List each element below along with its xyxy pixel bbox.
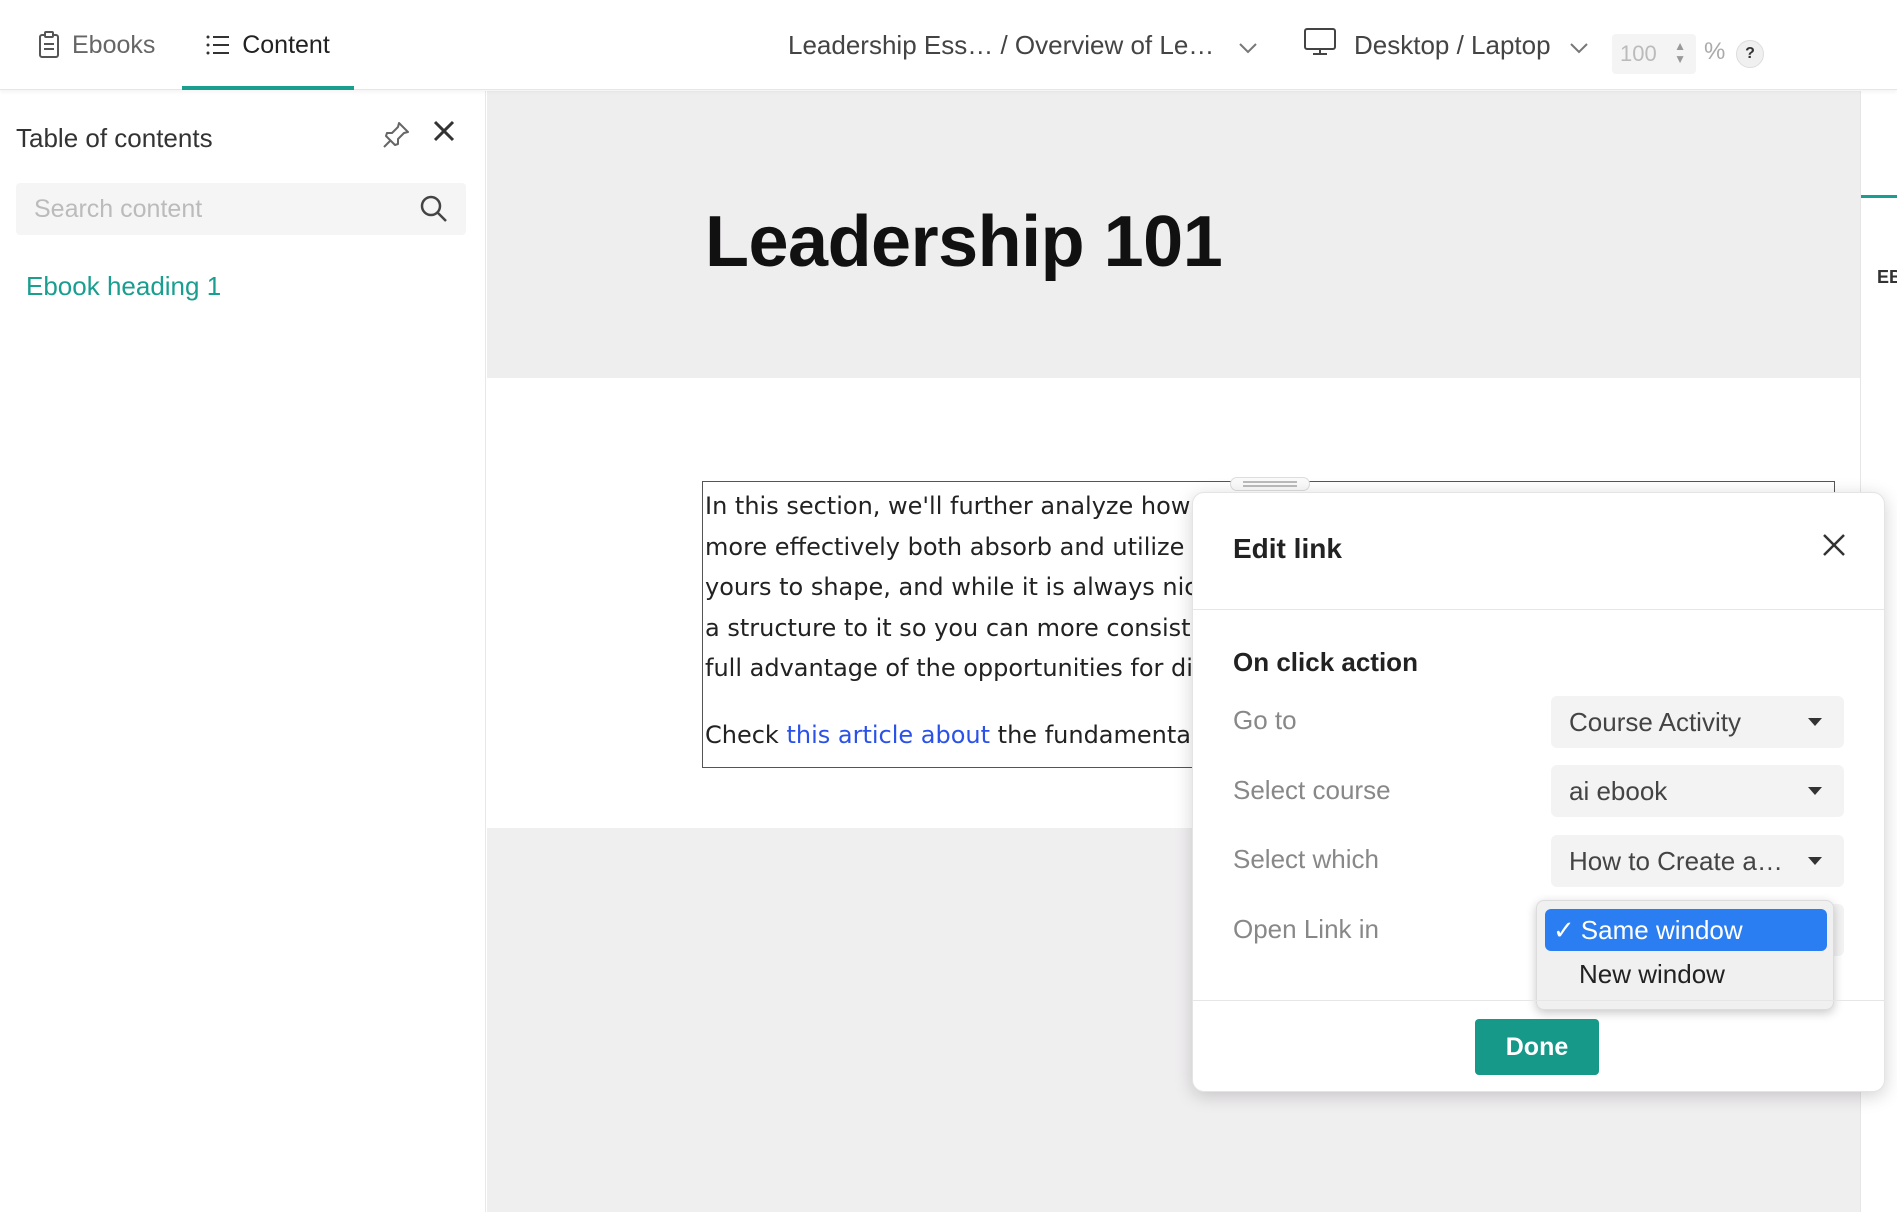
search-input[interactable] xyxy=(16,183,466,235)
close-icon[interactable] xyxy=(432,119,456,148)
device-selector[interactable]: Desktop / Laptop xyxy=(1304,0,1589,90)
go-to-label: Go to xyxy=(1233,705,1297,735)
checkmark-icon: ✓ xyxy=(1553,914,1575,945)
toc-title: Table of contents xyxy=(16,123,213,153)
select-course-label: Select course xyxy=(1233,775,1391,805)
link-line-prefix: Check xyxy=(705,720,787,749)
chevron-down-icon xyxy=(1238,30,1258,61)
select-course-value: ai ebook xyxy=(1569,775,1668,806)
open-link-dropdown-menu: ✓ Same window New window xyxy=(1536,900,1834,1010)
page-title[interactable]: Leadership 101 xyxy=(705,201,1223,283)
link-line-suffix: the fundamentals xyxy=(990,720,1211,749)
caret-down-icon xyxy=(1808,718,1822,726)
breadcrumb-text: Leadership Ess… / Overview of Le… xyxy=(788,29,1215,60)
modal-title: Edit link xyxy=(1233,533,1342,564)
edit-link-modal: Edit link On click action Go to Course A… xyxy=(1192,492,1885,1092)
title-section: Leadership 101 xyxy=(487,91,1860,378)
tab-content[interactable]: Content xyxy=(182,0,354,90)
clipboard-icon xyxy=(38,31,60,59)
done-button[interactable]: Done xyxy=(1475,1019,1599,1075)
help-icon[interactable]: ? xyxy=(1736,40,1764,68)
zoom-input[interactable]: 100 ▲ ▼ xyxy=(1612,34,1696,74)
inline-link[interactable]: this article about xyxy=(786,721,990,749)
top-bar: Ebooks Content Leadership Ess… / Overvie… xyxy=(0,0,1897,90)
tab-ebooks-label: Ebooks xyxy=(72,30,156,59)
divider xyxy=(1193,1000,1884,1001)
caret-down-icon xyxy=(1808,857,1822,865)
device-label: Desktop / Laptop xyxy=(1354,29,1551,60)
breadcrumb-dropdown[interactable]: Leadership Ess… / Overview of Le… xyxy=(788,0,1258,90)
select-which-label: Select which xyxy=(1233,844,1379,874)
pin-icon[interactable] xyxy=(382,121,410,154)
zoom-value: 100 xyxy=(1620,41,1657,66)
select-which-value: How to Create a… xyxy=(1569,845,1783,876)
option-label: New window xyxy=(1579,958,1725,989)
select-course-select[interactable]: ai ebook xyxy=(1551,765,1844,817)
panel-tab-indicator xyxy=(1861,195,1897,198)
divider xyxy=(1193,609,1884,610)
drag-handle[interactable] xyxy=(1230,477,1310,491)
option-new-window[interactable]: New window xyxy=(1545,953,1827,995)
zoom-unit: % xyxy=(1704,38,1726,65)
table-of-contents-panel: Table of contents Ebook heading 1 xyxy=(0,91,486,1212)
go-to-value: Course Activity xyxy=(1569,706,1741,737)
option-same-window[interactable]: ✓ Same window xyxy=(1545,909,1827,951)
panel-label: EB xyxy=(1877,267,1897,287)
close-icon[interactable] xyxy=(1822,533,1846,562)
go-to-select[interactable]: Course Activity xyxy=(1551,696,1844,748)
monitor-icon xyxy=(1304,27,1336,63)
search-icon[interactable] xyxy=(420,195,448,228)
option-label: Same window xyxy=(1580,914,1743,945)
search-box xyxy=(16,183,466,235)
tab-content-label: Content xyxy=(242,30,330,59)
select-which-select[interactable]: How to Create a… xyxy=(1551,835,1844,887)
open-link-in-label: Open Link in xyxy=(1233,914,1379,944)
chevron-down-icon xyxy=(1569,30,1589,61)
tab-ebooks[interactable]: Ebooks xyxy=(38,0,155,90)
spinner-arrows-icon[interactable]: ▲ ▼ xyxy=(1674,40,1686,66)
caret-down-icon xyxy=(1808,787,1822,795)
toc-item[interactable]: Ebook heading 1 xyxy=(26,271,221,302)
section-title: On click action xyxy=(1233,647,1418,677)
list-icon xyxy=(206,34,230,56)
